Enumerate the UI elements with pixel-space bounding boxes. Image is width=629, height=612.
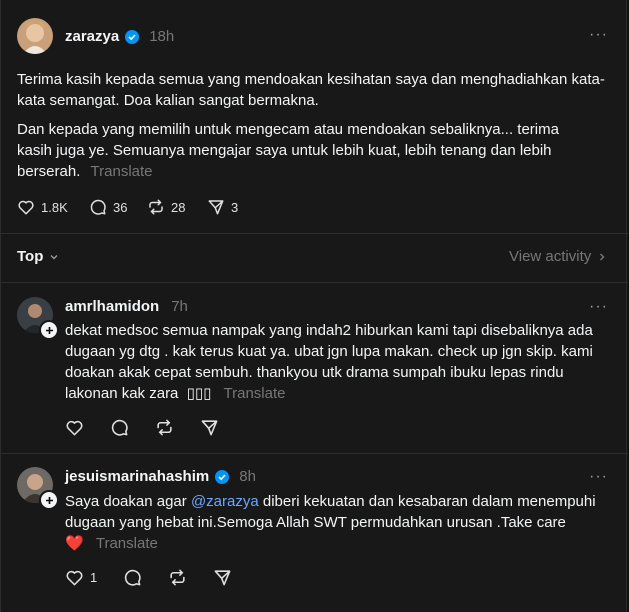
translate-link[interactable]: Translate bbox=[91, 163, 153, 180]
send-icon bbox=[207, 198, 225, 216]
reply-more-button[interactable]: ··· bbox=[589, 298, 608, 316]
like-count: 1 bbox=[90, 570, 98, 585]
verified-icon bbox=[215, 469, 230, 484]
emoji-placeholder: ▯▯▯ bbox=[186, 385, 212, 402]
send-icon[interactable] bbox=[213, 568, 232, 587]
repost-icon[interactable] bbox=[155, 418, 174, 437]
post-more-button[interactable]: ··· bbox=[589, 26, 608, 44]
repost-count: 28 bbox=[171, 199, 186, 215]
share-count: 3 bbox=[231, 199, 239, 215]
post-paragraph-2: Dan kepada yang memilih untuk mengecam a… bbox=[17, 121, 559, 180]
follow-plus-icon[interactable] bbox=[39, 490, 59, 510]
comment-count: 36 bbox=[113, 199, 128, 215]
post-time[interactable]: 18h bbox=[149, 28, 174, 45]
sort-label: Top bbox=[17, 248, 44, 265]
repost-button[interactable]: 28 bbox=[147, 198, 185, 216]
heart-icon[interactable] bbox=[65, 418, 84, 437]
view-activity-label: View activity bbox=[509, 248, 592, 265]
comment-icon bbox=[89, 198, 107, 216]
translate-link[interactable]: Translate bbox=[224, 385, 286, 402]
chevron-right-icon bbox=[597, 252, 607, 262]
reply-text: dekat medsoc semua nampak yang indah2 hi… bbox=[65, 322, 593, 402]
reply-time[interactable]: 8h bbox=[239, 468, 256, 485]
heart-icon bbox=[17, 198, 35, 216]
verified-icon bbox=[125, 29, 140, 44]
follow-plus-icon[interactable] bbox=[39, 320, 59, 340]
mention-link[interactable]: @zarazya bbox=[191, 493, 259, 510]
reply-username[interactable]: amrlhamidon bbox=[65, 298, 159, 315]
reply-time[interactable]: 7h bbox=[171, 298, 188, 315]
send-icon[interactable] bbox=[200, 418, 219, 437]
like-button[interactable]: 1.8K bbox=[17, 198, 68, 216]
comment-icon[interactable] bbox=[123, 568, 142, 587]
thread-card: zarazya 18h ··· Terima kasih kepada semu… bbox=[0, 0, 628, 612]
reply-text: Saya doakan agar @zarazya diberi kekuata… bbox=[65, 493, 596, 552]
divider bbox=[1, 233, 628, 234]
heart-icon bbox=[65, 568, 84, 587]
heart-emoji: ❤️ bbox=[65, 535, 84, 552]
post-paragraph-1: Terima kasih kepada semua yang mendoakan… bbox=[17, 71, 605, 109]
like-count: 1.8K bbox=[41, 199, 68, 215]
like-button[interactable]: 1 bbox=[65, 568, 97, 587]
repost-icon[interactable] bbox=[168, 568, 187, 587]
share-button[interactable]: 3 bbox=[207, 198, 238, 216]
sort-dropdown[interactable]: Top bbox=[17, 248, 59, 265]
chevron-down-icon bbox=[49, 252, 59, 262]
reply-username[interactable]: jesuismarinahashim bbox=[65, 468, 209, 485]
repost-icon bbox=[147, 198, 165, 216]
view-activity-link[interactable]: View activity bbox=[509, 248, 607, 265]
translate-link[interactable]: Translate bbox=[96, 535, 158, 552]
post-username[interactable]: zarazya bbox=[65, 28, 119, 45]
comment-icon[interactable] bbox=[110, 418, 129, 437]
divider bbox=[1, 282, 628, 283]
reply-more-button[interactable]: ··· bbox=[589, 468, 608, 486]
divider bbox=[1, 453, 628, 454]
comment-button[interactable]: 36 bbox=[89, 198, 127, 216]
avatar[interactable] bbox=[17, 18, 53, 54]
